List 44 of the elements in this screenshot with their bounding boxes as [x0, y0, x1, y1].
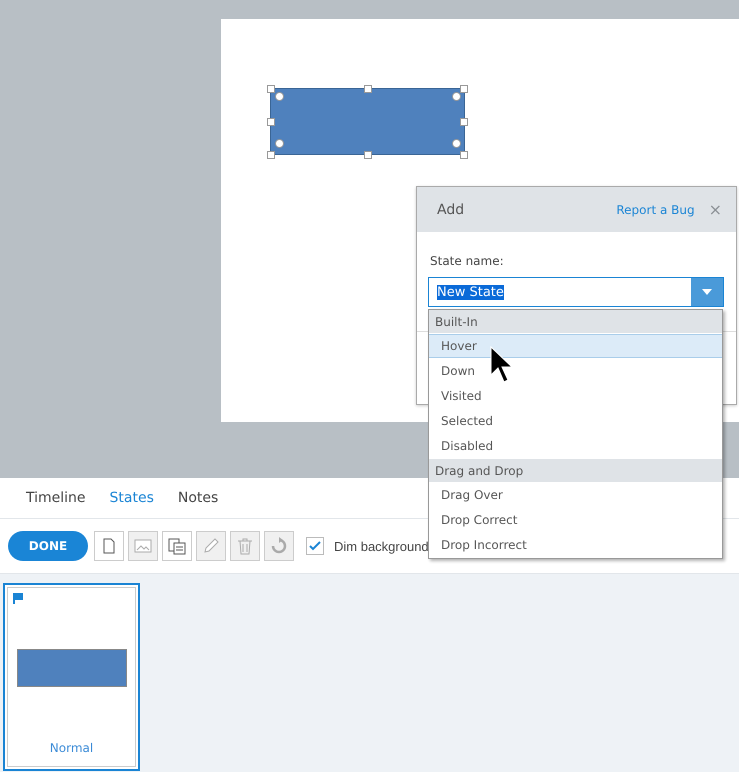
duplicate-icon	[168, 538, 186, 554]
checkbox[interactable]	[306, 537, 324, 555]
resize-handle[interactable]	[364, 85, 372, 93]
resize-handle[interactable]	[267, 151, 275, 159]
resize-handle[interactable]	[267, 118, 275, 126]
state-thumbnail[interactable]: Normal	[3, 583, 140, 771]
dropdown-item[interactable]: Drop Incorrect	[429, 533, 722, 557]
dropdown-item[interactable]: Drop Correct	[429, 508, 722, 532]
corner-handle[interactable]	[275, 139, 284, 148]
state-name-combobox[interactable]: New State	[428, 277, 724, 307]
page-icon	[103, 538, 115, 554]
state-label: Normal	[50, 741, 94, 755]
dropdown-item[interactable]: Visited	[429, 384, 722, 408]
resize-handle[interactable]	[364, 151, 372, 159]
tab[interactable]: States	[110, 490, 154, 506]
tab[interactable]: Notes	[178, 490, 218, 506]
caret-icon	[702, 289, 712, 295]
resize-handle[interactable]	[460, 118, 468, 126]
trash-icon	[237, 537, 253, 555]
pencil-icon	[202, 537, 220, 555]
done-button[interactable]: DONE	[8, 531, 88, 561]
checkbox-label: Dim background	[334, 538, 429, 554]
corner-handle[interactable]	[452, 92, 461, 101]
resize-handle[interactable]	[267, 85, 275, 93]
reset-icon	[270, 537, 288, 555]
resize-handle[interactable]	[460, 85, 468, 93]
resize-handle[interactable]	[460, 151, 468, 159]
dropdown-item[interactable]: Down	[429, 359, 722, 383]
dropdown-button[interactable]	[691, 278, 723, 306]
dropdown-item[interactable]: Drag Over	[429, 483, 722, 507]
dropdown-item[interactable]: Disabled	[429, 434, 722, 458]
group-header: Drag and Drop	[429, 459, 722, 482]
field-label: State name:	[430, 254, 505, 268]
corner-handle[interactable]	[275, 92, 284, 101]
toolbar-button[interactable]	[162, 531, 192, 561]
dialog-title: Add	[437, 202, 466, 218]
flag-icon	[13, 593, 23, 604]
corner-handle[interactable]	[452, 139, 461, 148]
image-icon	[134, 539, 152, 553]
dropdown-item[interactable]: Selected	[429, 409, 722, 433]
group-header: Built-In	[429, 310, 722, 333]
toolbar-button[interactable]	[94, 531, 124, 561]
dropdown-item[interactable]: Hover	[429, 334, 722, 358]
tab[interactable]: Timeline	[26, 490, 86, 506]
